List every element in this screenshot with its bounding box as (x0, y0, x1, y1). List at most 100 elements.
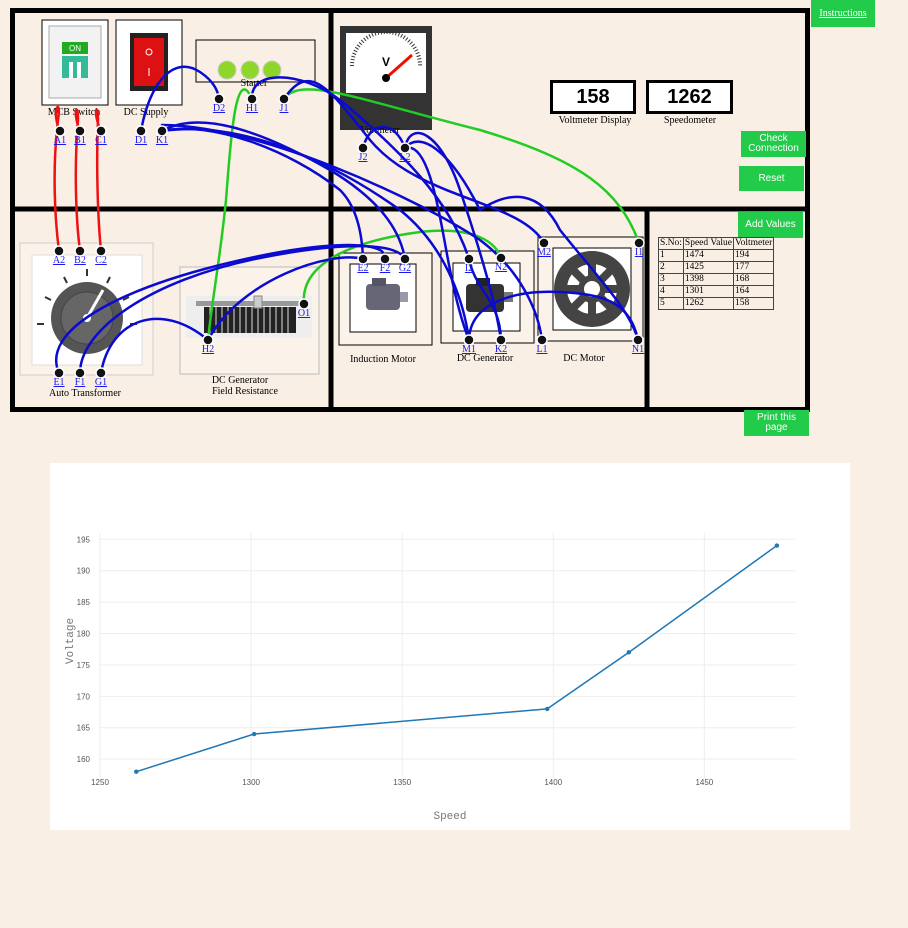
terminal-j1[interactable]: J1 (278, 93, 290, 114)
terminal-label: G2 (399, 263, 411, 274)
terminal-label: O1 (298, 308, 310, 319)
terminal-d2[interactable]: D2 (213, 93, 225, 114)
terminal-n2[interactable]: N2 (495, 252, 507, 273)
table-cell: 4 (658, 285, 684, 298)
field-resistance[interactable] (179, 266, 320, 375)
data-point (251, 731, 257, 737)
terminal-label: J2 (359, 152, 368, 163)
mcb-on-text: ON (69, 44, 81, 53)
table-row: 5 1262 158 (658, 297, 775, 310)
terminal-label: H1 (246, 103, 258, 114)
terminal-label: I1 (635, 247, 643, 258)
terminal-label: A1 (54, 135, 66, 146)
terminal-c1[interactable]: C1 (95, 125, 107, 146)
table-header: S.No: (658, 237, 684, 250)
terminal-c2[interactable]: C2 (95, 245, 107, 266)
table-header-row: S.No: Speed Value Voltmeter (658, 237, 775, 250)
speedometer-display: 1262 (646, 80, 733, 114)
table-cell: 158 (732, 297, 775, 310)
readings-table: S.No: Speed Value Voltmeter 1 1474 194 2 14… (658, 237, 775, 310)
table-header: Voltmeter (732, 237, 775, 250)
data-point (626, 650, 632, 655)
voltmeter-display: 158 (550, 80, 636, 114)
y-tick-label: 165 (77, 724, 91, 733)
terminal-e1[interactable]: E1 (53, 367, 65, 388)
terminal-label: M2 (537, 247, 551, 258)
terminal-b2[interactable]: B2 (74, 245, 86, 266)
add-values-button[interactable]: Add Values (738, 212, 803, 238)
y-tick-label: 185 (77, 598, 91, 607)
speed-voltage-chart: 1250 1300 1350 1400 1450 160 165 170 175 180 185 19… (50, 463, 850, 830)
terminal-f1[interactable]: F1 (74, 367, 86, 388)
x-tick-label: 1350 (393, 778, 411, 787)
terminal-label: N1 (632, 344, 644, 355)
y-tick-label: 170 (77, 692, 91, 701)
terminal-f2[interactable]: F2 (379, 253, 391, 274)
table-row: 3 1398 168 (658, 273, 775, 286)
reset-button[interactable]: Reset (739, 166, 804, 191)
terminal-i1[interactable]: I1 (633, 237, 645, 258)
print-button[interactable]: Print this page (744, 410, 809, 436)
terminal-m1[interactable]: M1 (462, 334, 476, 355)
terminal-label: F2 (380, 263, 391, 274)
dc-motor-label: DC Motor (563, 353, 605, 364)
table-cell: 1 (658, 249, 684, 262)
auto-transformer[interactable] (19, 242, 154, 376)
voltmeter-dial-letter: V (382, 55, 390, 69)
terminal-o1[interactable]: O1 (298, 298, 310, 319)
table-cell: 2 (658, 261, 684, 274)
table-cell: 177 (732, 261, 775, 274)
data-point (134, 769, 139, 774)
x-axis-label: Speed (433, 811, 466, 823)
speedometer-caption: Speedometer (663, 115, 717, 126)
table-row: 2 1425 177 (658, 261, 775, 274)
terminal-label: N2 (495, 262, 507, 273)
terminal-label: L1 (536, 344, 547, 355)
terminal-b1[interactable]: B1 (74, 125, 86, 146)
terminal-j2[interactable]: J2 (357, 142, 369, 163)
terminal-k1[interactable]: K1 (156, 125, 168, 146)
terminal-label: C2 (95, 255, 107, 266)
induction-motor-label: Induction Motor (350, 354, 416, 365)
terminal-label: B1 (74, 135, 86, 146)
terminal-k2[interactable]: K2 (495, 334, 507, 355)
terminal-label: C1 (95, 135, 107, 146)
terminal-l2[interactable]: L2 (399, 142, 411, 163)
table-row: 4 1301 164 (658, 285, 775, 298)
terminal-g1[interactable]: G1 (95, 367, 107, 388)
wire-k1-g2 (160, 121, 407, 261)
terminal-label: K2 (495, 344, 507, 355)
terminal-a2[interactable]: A2 (53, 245, 65, 266)
terminal-label: E1 (53, 377, 64, 388)
field-resistance-label-2: Field Resistance (212, 386, 278, 397)
y-tick-label: 180 (77, 630, 91, 639)
y-tick-label: 195 (77, 535, 91, 544)
terminal-label: K1 (156, 135, 168, 146)
terminal-h2[interactable]: H2 (202, 334, 214, 355)
terminal-label: D2 (213, 103, 225, 114)
y-tick-label: 190 (77, 567, 91, 576)
terminal-g2[interactable]: G2 (399, 253, 411, 274)
data-point (545, 706, 550, 712)
table-cell: 1425 (682, 261, 734, 274)
starter (195, 39, 316, 83)
x-tick-label: 1450 (695, 778, 713, 787)
terminal-e2[interactable]: E2 (357, 253, 369, 274)
terminal-d1[interactable]: D1 (135, 125, 147, 146)
table-cell: 3 (658, 273, 684, 286)
data-point (774, 543, 780, 548)
terminal-i2[interactable]: I2 (463, 253, 475, 274)
dc-supply-switch[interactable] (115, 19, 183, 106)
mcb-switch[interactable]: ON (41, 19, 109, 106)
check-connection-button[interactable]: Check Connection (741, 131, 806, 157)
table-row: 1 1474 194 (658, 249, 775, 262)
terminal-label: D1 (135, 135, 147, 146)
terminal-n1[interactable]: N1 (632, 334, 644, 355)
terminal-l1[interactable]: L1 (536, 334, 548, 355)
terminal-label: G1 (95, 377, 107, 388)
terminal-m2[interactable]: M2 (537, 237, 551, 258)
y-tick-label: 175 (77, 661, 91, 670)
terminal-h1[interactable]: H1 (246, 93, 258, 114)
terminal-a1[interactable]: A1 (54, 125, 66, 146)
terminal-label: F1 (75, 377, 86, 388)
